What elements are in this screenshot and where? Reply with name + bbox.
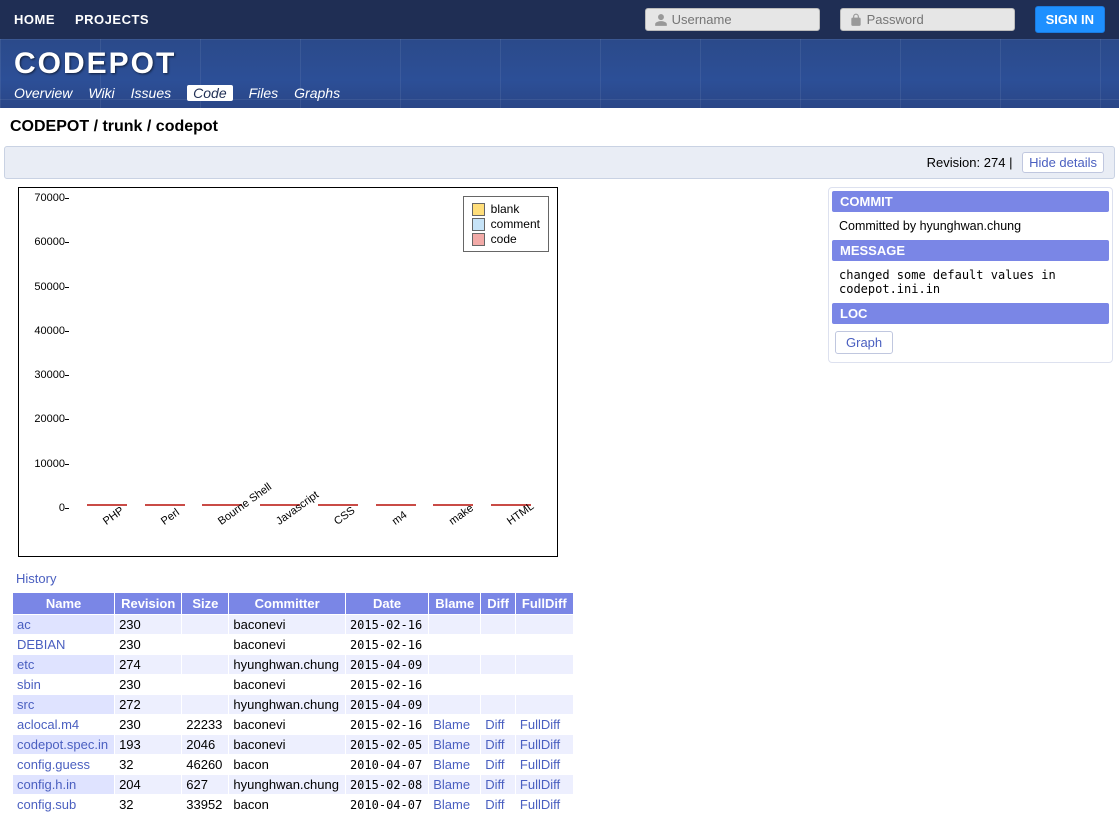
blame-link[interactable]: Blame	[433, 717, 470, 732]
topbar: HOME PROJECTS SIGN IN	[0, 0, 1119, 39]
subnav-code[interactable]: Code	[187, 85, 232, 101]
file-link[interactable]: DEBIAN	[17, 637, 65, 652]
table-row: etc274hyunghwan.chung2015-04-09	[13, 655, 574, 675]
revision-bar: Revision: 274 | Hide details	[4, 146, 1115, 179]
subnav-issues[interactable]: Issues	[131, 85, 171, 101]
table-row: ac230baconevi2015-02-16	[13, 615, 574, 635]
table-row: aclocal.m423022233baconevi2015-02-16Blam…	[13, 715, 574, 735]
nav-projects[interactable]: PROJECTS	[75, 12, 149, 27]
fulldiff-link[interactable]: FullDiff	[520, 757, 560, 772]
username-input[interactable]	[672, 12, 811, 27]
xlabel: PHP	[101, 505, 126, 528]
xlabel: m4	[390, 509, 409, 528]
subnav-overview[interactable]: Overview	[14, 85, 72, 101]
table-row: src272hyunghwan.chung2015-04-09	[13, 695, 574, 715]
ytick: 60000	[19, 236, 65, 248]
diff-link[interactable]: Diff	[485, 757, 504, 772]
ytick: 50000	[19, 281, 65, 293]
ytick: 30000	[19, 369, 65, 381]
file-link[interactable]: config.h.in	[17, 777, 76, 792]
signin-button[interactable]: SIGN IN	[1035, 6, 1105, 33]
ytick: 40000	[19, 325, 65, 337]
fulldiff-link[interactable]: FullDiff	[520, 777, 560, 792]
table-row: config.sub3233952bacon2010-04-07BlameDif…	[13, 795, 574, 815]
legend-blank: blank	[472, 202, 540, 216]
file-link[interactable]: src	[17, 697, 34, 712]
logo: CODEPOT	[14, 47, 1105, 81]
history-link[interactable]: History	[16, 571, 56, 586]
file-link[interactable]: config.guess	[17, 757, 90, 772]
col-revision: Revision	[115, 593, 182, 615]
chart-legend: blankcommentcode	[463, 196, 549, 252]
blame-link[interactable]: Blame	[433, 757, 470, 772]
xlabel: Perl	[159, 507, 182, 528]
col-diff: Diff	[481, 593, 516, 615]
blame-link[interactable]: Blame	[433, 797, 470, 812]
ytick: 0	[19, 502, 65, 514]
table-row: config.h.in204627hyunghwan.chung2015-02-…	[13, 775, 574, 795]
hide-details-button[interactable]: Hide details	[1022, 152, 1104, 173]
table-row: codepot.spec.in1932046baconevi2015-02-05…	[13, 735, 574, 755]
ytick: 70000	[19, 192, 65, 204]
xlabel: Javascript	[274, 489, 321, 528]
lock-icon	[849, 13, 863, 27]
commit-body: Committed by hyunghwan.chung	[831, 213, 1110, 239]
table-row: DEBIAN230baconevi2015-02-16	[13, 635, 574, 655]
file-link[interactable]: ac	[17, 617, 31, 632]
diff-link[interactable]: Diff	[485, 737, 504, 752]
loc-chart: PHP Perl Bourne ShellJavascript CSS m4 make HT…	[18, 187, 558, 557]
nav-home[interactable]: HOME	[14, 12, 55, 27]
fulldiff-link[interactable]: FullDiff	[520, 737, 560, 752]
revision-number: 274	[984, 155, 1006, 170]
col-date: Date	[345, 593, 428, 615]
password-field-wrap[interactable]	[840, 8, 1015, 31]
xlabel: CSS	[332, 505, 357, 528]
file-table: NameRevisionSizeCommitterDateBlameDiffFu…	[12, 592, 574, 815]
breadcrumb: CODEPOT / trunk / codepot	[0, 108, 1119, 142]
file-link[interactable]: config.sub	[17, 797, 76, 812]
graph-button[interactable]: Graph	[835, 331, 893, 354]
banner: CODEPOT Overview Wiki Issues Code Files Graph…	[0, 39, 1119, 108]
blame-link[interactable]: Blame	[433, 777, 470, 792]
table-row: sbin230baconevi2015-02-16	[13, 675, 574, 695]
ytick: 10000	[19, 458, 65, 470]
revision-label: Revision:	[927, 155, 980, 170]
loc-header: LOC	[832, 303, 1109, 324]
username-field-wrap[interactable]	[645, 8, 820, 31]
subnav-graphs[interactable]: Graphs	[294, 85, 340, 101]
xlabel: Bourne Shell	[216, 481, 274, 528]
diff-link[interactable]: Diff	[485, 777, 504, 792]
col-blame: Blame	[429, 593, 481, 615]
file-link[interactable]: etc	[17, 657, 34, 672]
message-header: MESSAGE	[832, 240, 1109, 261]
col-size: Size	[182, 593, 229, 615]
fulldiff-link[interactable]: FullDiff	[520, 797, 560, 812]
xlabel: HTML	[505, 500, 536, 527]
file-link[interactable]: aclocal.m4	[17, 717, 79, 732]
message-body: changed some default values in codepot.i…	[831, 262, 1110, 302]
subnav-files[interactable]: Files	[249, 85, 279, 101]
col-name: Name	[13, 593, 115, 615]
top-nav: HOME PROJECTS	[14, 12, 149, 27]
ytick: 20000	[19, 413, 65, 425]
subnav-wiki[interactable]: Wiki	[88, 85, 114, 101]
blame-link[interactable]: Blame	[433, 737, 470, 752]
legend-code: code	[472, 232, 540, 246]
xlabel: make	[447, 502, 476, 528]
fulldiff-link[interactable]: FullDiff	[520, 717, 560, 732]
col-fulldiff: FullDiff	[515, 593, 573, 615]
col-committer: Committer	[229, 593, 346, 615]
user-icon	[654, 13, 668, 27]
password-input[interactable]	[867, 12, 1006, 27]
file-link[interactable]: codepot.spec.in	[17, 737, 108, 752]
diff-link[interactable]: Diff	[485, 797, 504, 812]
diff-link[interactable]: Diff	[485, 717, 504, 732]
subnav: Overview Wiki Issues Code Files Graphs	[14, 85, 1105, 101]
file-link[interactable]: sbin	[17, 677, 41, 692]
commit-header: COMMIT	[832, 191, 1109, 212]
details-sidebar: COMMIT Committed by hyunghwan.chung MESS…	[828, 187, 1113, 363]
table-row: config.guess3246260bacon2010-04-07BlameD…	[13, 755, 574, 775]
legend-comment: comment	[472, 217, 540, 231]
